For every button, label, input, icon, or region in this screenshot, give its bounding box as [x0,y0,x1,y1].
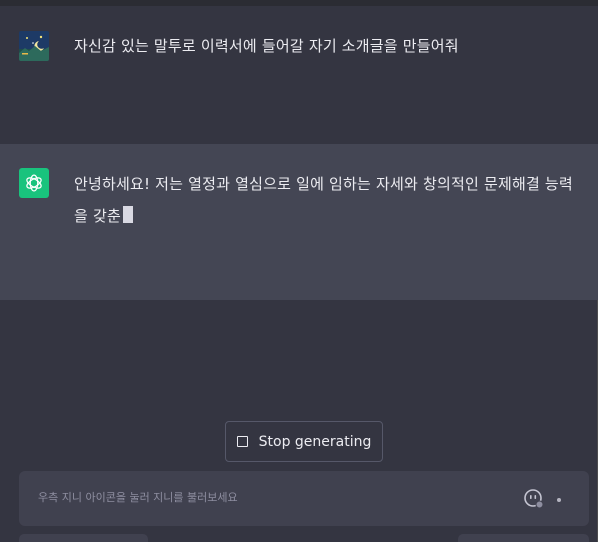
stop-generating-label: Stop generating [258,433,372,450]
message-input-placeholder: 우측 지니 아이콘을 눌러 지니를 불러보세요 [38,491,238,504]
assistant-message-text: 안녕하세요! 저는 열정과 열심으로 일에 임하는 자세와 창의적인 문제해결 … [74,175,573,225]
user-message-row: 자신감 있는 말투로 이력서에 들어갈 자기 소개글을 만들어줘 [0,6,598,144]
message-input[interactable]: 우측 지니 아이콘을 눌러 지니를 불러보세요 [19,471,589,526]
typing-cursor [122,206,133,223]
stop-generating-button[interactable]: Stop generating [225,421,383,462]
openai-logo-icon [26,174,42,192]
assistant-message-content: 안녕하세요! 저는 열정과 열심으로 일에 임하는 자세와 창의적인 문제해결 … [74,168,584,232]
smiley-face-icon[interactable] [523,488,545,510]
bottom-right-control[interactable] [458,534,589,542]
user-message-text: 자신감 있는 말투로 이력서에 들어갈 자기 소개글을 만들어줘 [74,37,459,55]
dot-icon [557,498,561,502]
user-avatar-image [19,31,49,61]
bot-avatar [19,168,49,198]
chat-app: 자신감 있는 말투로 이력서에 들어갈 자기 소개글을 만들어줘 안녕하세요! … [0,0,598,542]
user-avatar [19,31,49,61]
stop-square-icon [236,436,248,447]
assistant-message-row: 안녕하세요! 저는 열정과 열심으로 일에 임하는 자세와 창의적인 문제해결 … [0,144,598,300]
bottom-left-toggle[interactable] [19,534,148,542]
